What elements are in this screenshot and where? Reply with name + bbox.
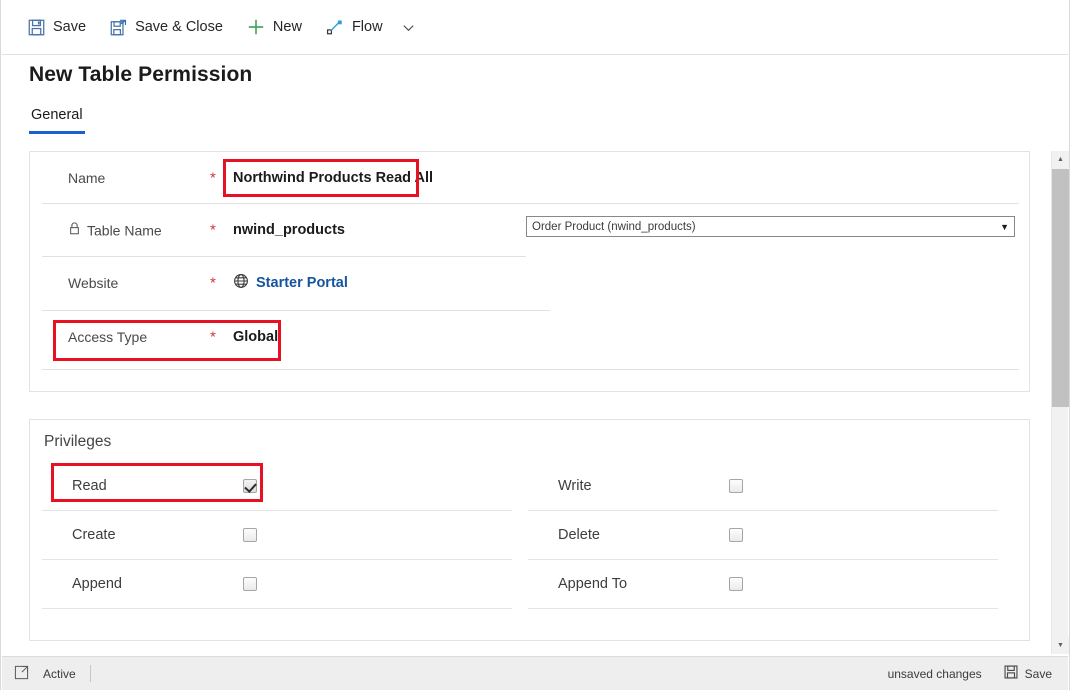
save-icon bbox=[1004, 665, 1018, 682]
flow-button-label: Flow bbox=[351, 19, 383, 35]
required-marker-table-name: * bbox=[210, 221, 216, 239]
lock-icon bbox=[68, 222, 81, 239]
privilege-row-create: Create bbox=[40, 510, 526, 559]
scroll-down-arrow-icon[interactable]: ▼ bbox=[1052, 637, 1069, 654]
form-scrollbar[interactable]: ▲ ▼ bbox=[1051, 151, 1069, 654]
page-title: New Table Permission bbox=[29, 63, 253, 86]
privilege-label-create: Create bbox=[72, 526, 116, 543]
field-value-name[interactable]: Northwind Products Read All bbox=[233, 170, 433, 186]
tab-general[interactable]: General bbox=[29, 107, 85, 134]
privilege-divider bbox=[528, 608, 998, 609]
required-marker-website: * bbox=[210, 274, 216, 292]
flow-overflow-button[interactable] bbox=[395, 7, 422, 47]
privilege-row-write: Write bbox=[526, 461, 1012, 510]
field-row-name: Name * Northwind Products Read All bbox=[30, 152, 1029, 204]
field-value-access-type[interactable]: Global bbox=[233, 329, 278, 345]
status-bar-left: Active bbox=[2, 665, 91, 683]
status-divider bbox=[89, 665, 91, 682]
globe-icon bbox=[233, 273, 249, 293]
table-permission-form: Save Save & Close New Flow New Table Per… bbox=[0, 0, 1070, 690]
popout-icon[interactable] bbox=[14, 665, 29, 683]
privilege-row-append-to: Append To bbox=[526, 559, 1012, 608]
save-button-label: Save bbox=[53, 19, 87, 35]
privilege-checkbox-delete[interactable] bbox=[729, 527, 743, 542]
save-and-close-icon bbox=[110, 19, 127, 36]
save-and-close-button[interactable]: Save & Close bbox=[98, 7, 235, 47]
field-row-website: Website * Starter Portal bbox=[30, 257, 1029, 309]
privilege-checkbox-append[interactable] bbox=[243, 576, 257, 591]
privilege-label-append: Append bbox=[72, 575, 122, 592]
privilege-checkbox-read[interactable] bbox=[243, 478, 257, 493]
status-save-button[interactable]: Save bbox=[1004, 665, 1052, 682]
field-label-table-name: Table Name bbox=[68, 222, 162, 239]
field-label-access-type: Access Type bbox=[68, 329, 148, 345]
table-name-lookup-dropdown[interactable]: Order Product (nwind_products) ▼ bbox=[526, 216, 1015, 237]
general-section: Name * Northwind Products Read All Table… bbox=[29, 151, 1030, 392]
field-label-table-name-text: Table Name bbox=[87, 222, 162, 238]
privilege-label-append-to: Append To bbox=[558, 575, 628, 592]
plus-icon bbox=[247, 18, 265, 36]
field-label-name: Name bbox=[68, 170, 106, 186]
privilege-checkbox-create[interactable] bbox=[243, 527, 257, 542]
required-marker-access-type: * bbox=[210, 328, 216, 346]
field-value-website-text: Starter Portal bbox=[256, 275, 348, 291]
scrollbar-thumb[interactable] bbox=[1052, 169, 1069, 407]
flow-icon bbox=[326, 18, 344, 36]
privilege-row-append: Append bbox=[40, 559, 526, 608]
privileges-section: Privileges Read Create Append Write Dele… bbox=[29, 419, 1030, 641]
save-and-close-label: Save & Close bbox=[135, 19, 223, 35]
status-bar-right: unsaved changes Save bbox=[888, 665, 1068, 682]
record-status: Active bbox=[43, 666, 76, 681]
privilege-checkbox-write[interactable] bbox=[729, 478, 743, 493]
privilege-label-delete: Delete bbox=[558, 526, 600, 543]
dropdown-caret-icon: ▼ bbox=[1000, 221, 1009, 232]
privileges-title: Privileges bbox=[44, 433, 112, 450]
row-divider bbox=[42, 369, 1019, 370]
scroll-up-arrow-icon[interactable]: ▲ bbox=[1052, 151, 1069, 168]
table-name-lookup-value: Order Product (nwind_products) bbox=[532, 220, 696, 233]
status-save-label: Save bbox=[1024, 666, 1052, 681]
field-value-website[interactable]: Starter Portal bbox=[233, 273, 348, 293]
privilege-label-write: Write bbox=[558, 477, 592, 494]
privilege-label-read: Read bbox=[72, 477, 107, 494]
field-row-access-type: Access Type * Global bbox=[30, 311, 1029, 363]
field-value-table-name: nwind_products bbox=[233, 222, 345, 238]
save-button[interactable]: Save bbox=[16, 7, 98, 47]
status-bar: Active unsaved changes Save bbox=[2, 656, 1068, 690]
chevron-down-icon bbox=[401, 20, 416, 35]
tab-strip: General bbox=[29, 106, 85, 134]
tab-general-label: General bbox=[31, 107, 83, 123]
required-marker-name: * bbox=[210, 169, 216, 187]
new-button-label: New bbox=[272, 19, 302, 35]
privilege-row-delete: Delete bbox=[526, 510, 1012, 559]
command-bar: Save Save & Close New Flow bbox=[2, 0, 1068, 55]
unsaved-changes-text: unsaved changes bbox=[887, 666, 982, 681]
privilege-divider bbox=[42, 608, 512, 609]
new-button[interactable]: New bbox=[235, 7, 314, 47]
privilege-checkbox-append-to[interactable] bbox=[729, 576, 743, 591]
privilege-row-read: Read bbox=[40, 461, 526, 510]
save-icon bbox=[28, 19, 45, 36]
flow-button[interactable]: Flow bbox=[314, 7, 395, 47]
field-label-website: Website bbox=[68, 275, 119, 291]
